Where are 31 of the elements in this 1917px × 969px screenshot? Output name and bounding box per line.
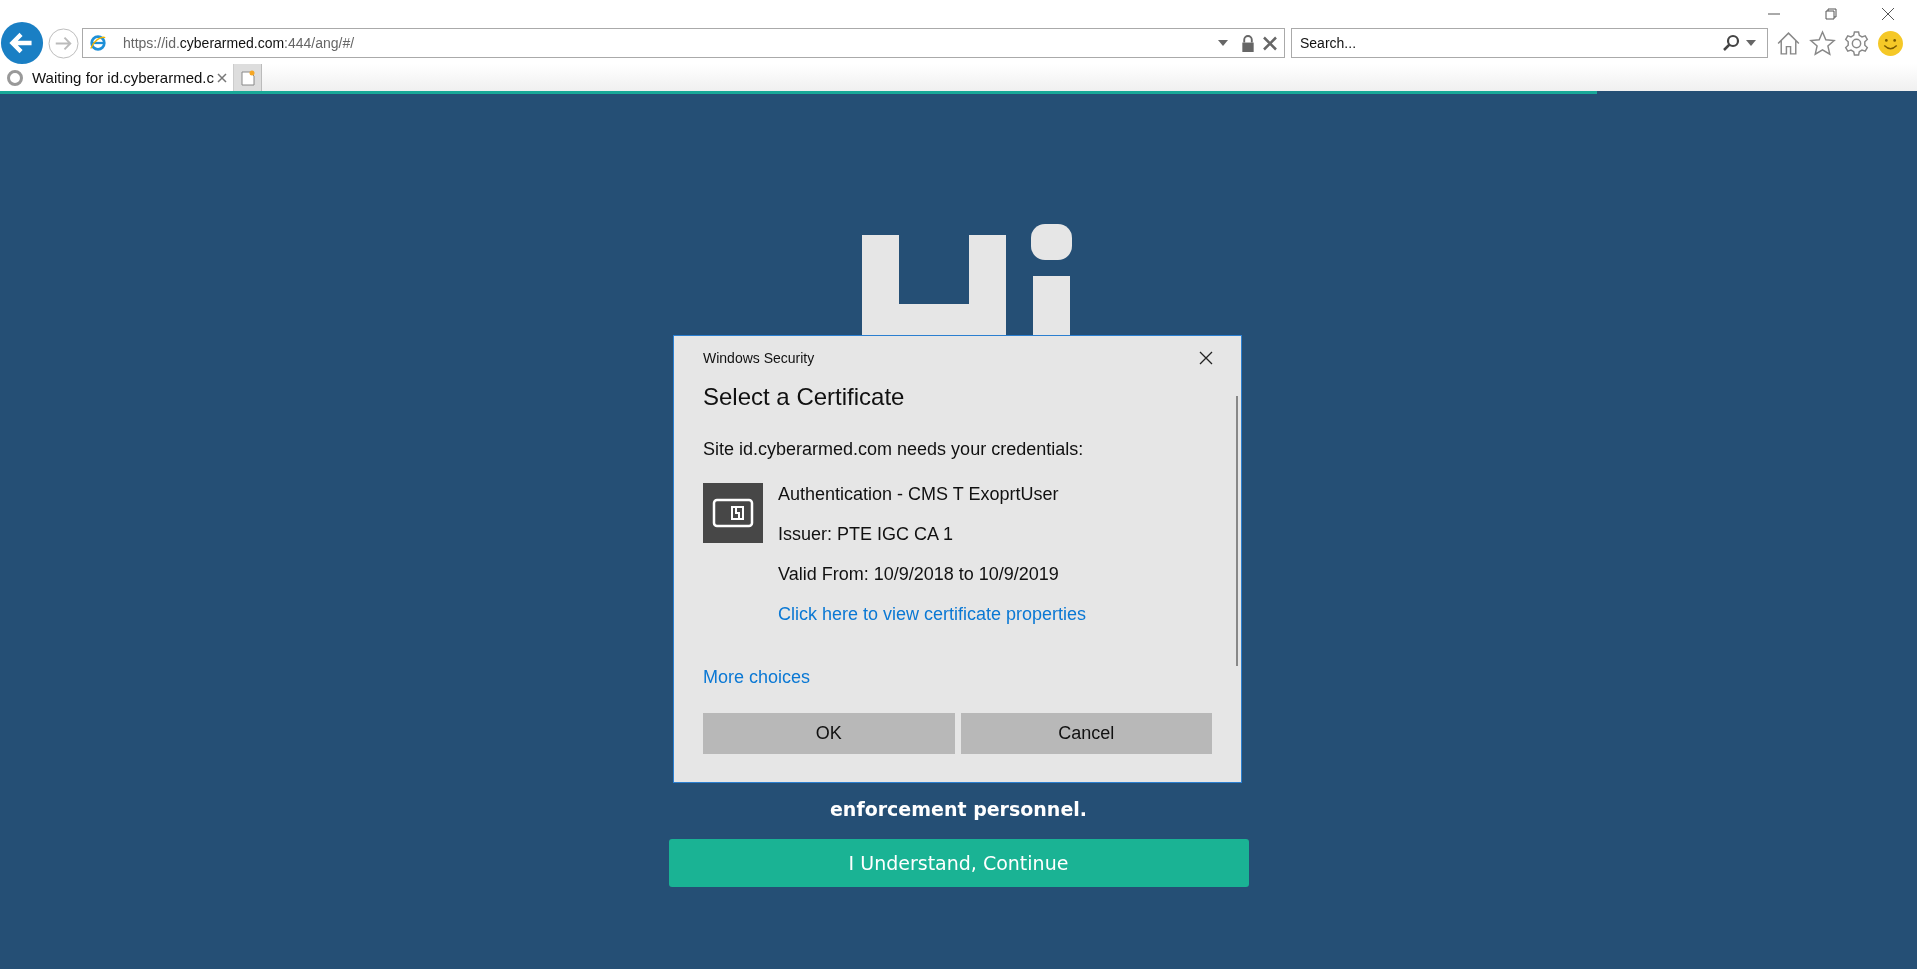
lock-icon[interactable] <box>1240 34 1256 52</box>
close-icon[interactable] <box>1881 7 1895 21</box>
back-icon[interactable] <box>0 21 44 65</box>
notice-text: enforcement personnel. <box>829 798 1088 820</box>
dialog-title: Select a Certificate <box>703 383 906 411</box>
certificate-icon[interactable] <box>703 483 763 543</box>
dialog-caption: Windows Security <box>703 350 815 366</box>
certificate-name: Authentication - CMS T ExoprtUser <box>778 483 1060 505</box>
home-icon[interactable] <box>1775 29 1802 57</box>
cancel-button[interactable]: Cancel <box>960 713 1212 754</box>
certificate-properties-link[interactable]: Click here to view certificate properties <box>778 603 1087 625</box>
certificate-validity: Valid From: 10/9/2018 to 10/9/2019 <box>778 563 1060 585</box>
smiley-icon[interactable] <box>1877 29 1904 57</box>
ok-button[interactable]: OK <box>703 713 955 754</box>
close-tab-icon[interactable] <box>217 72 227 83</box>
settings-icon[interactable] <box>1843 29 1870 57</box>
restore-icon[interactable] <box>1824 7 1838 21</box>
close-icon[interactable] <box>1199 351 1213 365</box>
more-choices-link[interactable]: More choices <box>703 666 811 688</box>
star-icon[interactable] <box>1809 29 1836 57</box>
dialog-message: Site id.cyberarmed.com needs your credentials: <box>703 439 1085 460</box>
stop-icon[interactable] <box>1262 34 1278 52</box>
scrollbar[interactable] <box>1236 396 1238 666</box>
address-bar[interactable]: https://id.cyberarmed.com:444/ang/#/ <box>82 28 1285 58</box>
browser-tab[interactable]: Waiting for id.cyberarmed.c <box>0 64 234 91</box>
browser-logo-icon <box>89 34 107 52</box>
certificate-issuer: Issuer: PTE IGC CA 1 <box>778 523 955 545</box>
dropdown-icon[interactable] <box>1218 40 1228 46</box>
search-field[interactable]: Search... <box>1291 28 1768 58</box>
search-icon[interactable] <box>1722 34 1740 52</box>
dropdown-icon[interactable] <box>1746 40 1756 46</box>
